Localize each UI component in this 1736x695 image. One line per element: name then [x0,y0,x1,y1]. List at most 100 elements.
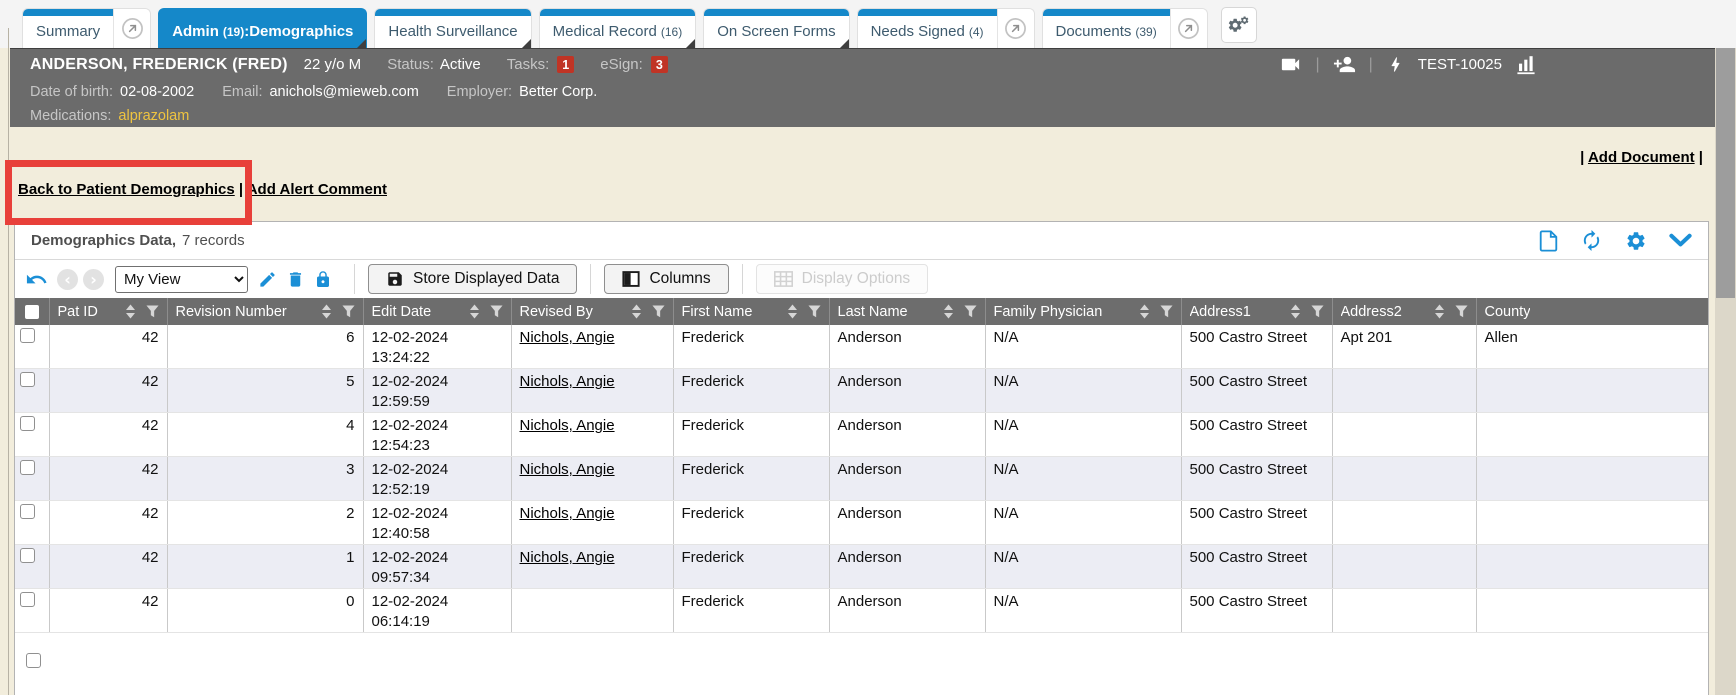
funnel-icon[interactable] [964,305,977,318]
lightning-bolt-icon[interactable] [1386,54,1405,75]
columns-button[interactable]: Columns [604,264,728,294]
row-checkbox[interactable] [20,504,35,519]
row-checkbox[interactable] [20,460,35,475]
tab-label-admin[interactable]: Admin(19):Demographics [159,9,366,48]
sort-arrows-icon[interactable] [787,304,798,319]
sort-arrows-icon[interactable] [631,304,642,319]
tab-medical-record[interactable]: Medical Record(16) [539,8,697,48]
column-header-pat-id[interactable]: Pat ID [49,298,167,325]
column-header-select-all[interactable] [15,298,49,325]
undo-icon[interactable] [25,268,48,291]
row-checkbox[interactable] [20,592,35,607]
external-link-circle-icon[interactable] [997,9,1034,48]
tab-health-surveillance[interactable]: Health Surveillance [374,8,531,48]
new-document-icon[interactable] [1539,230,1558,252]
tab-summary[interactable]: Summary [22,8,151,48]
panel-header: Demographics Data, 7 records [15,222,1708,260]
column-header-last-name[interactable]: Last Name [829,298,985,325]
add-alert-comment-link[interactable]: Add Alert Comment [247,181,387,198]
funnel-icon[interactable] [146,305,159,318]
gear-icon[interactable] [1625,230,1647,252]
column-header-revised-by[interactable]: Revised By [511,298,673,325]
tab-label-documents[interactable]: Documents(39) [1043,9,1170,48]
cell-edit-date: 12-02-202413:24:22 [363,325,511,369]
row-checkbox[interactable] [20,416,35,431]
trash-icon[interactable] [286,270,305,289]
tasks-badge[interactable]: 1 [557,56,574,73]
column-header-family-physician[interactable]: Family Physician [985,298,1181,325]
scrollbar-thumb[interactable] [1716,48,1735,298]
column-header-first-name[interactable]: First Name [673,298,829,325]
revised-by-link[interactable]: Nichols, Angie [520,329,615,346]
person-add-icon[interactable] [1333,53,1356,76]
revised-by-link[interactable]: Nichols, Angie [520,505,615,522]
table-row: 42512-02-202412:59:59Nichols, AngieFrede… [15,369,1708,413]
sort-arrows-icon[interactable] [1139,304,1150,319]
sort-arrows-icon[interactable] [321,304,332,319]
tab-needs-signed[interactable]: Needs Signed(4) [857,8,1035,48]
external-link-circle-icon[interactable] [113,9,150,48]
sort-arrows-icon[interactable] [469,304,480,319]
select-all-checkbox[interactable] [25,305,39,319]
back-to-demographics-link[interactable]: Back to Patient Demographics [18,181,235,198]
vertical-scrollbar[interactable] [1715,48,1736,695]
footer-row-checkbox[interactable] [26,653,41,668]
funnel-icon[interactable] [342,305,355,318]
chevron-right-circle-icon[interactable]: › [83,269,104,290]
esign-badge[interactable]: 3 [651,56,668,73]
sort-arrows-icon[interactable] [1290,304,1301,319]
lock-icon[interactable] [314,270,332,289]
view-select[interactable]: My View [115,266,248,293]
tab-documents[interactable]: Documents(39) [1042,8,1208,48]
table-row: 42112-02-202409:57:34Nichols, AngieFrede… [15,545,1708,589]
sort-arrows-icon[interactable] [943,304,954,319]
sort-arrows-icon[interactable] [1434,304,1445,319]
cell-revision-number: 3 [167,457,363,501]
column-header-county[interactable]: County [1476,298,1708,325]
tab-admin[interactable]: Admin(19):Demographics [158,8,367,48]
column-header-revision-number[interactable]: Revision Number [167,298,363,325]
medications-value[interactable]: alprazolam [118,108,189,124]
cell-last-name: Anderson [829,501,985,545]
tab-label-needs-signed[interactable]: Needs Signed(4) [858,9,997,48]
funnel-icon[interactable] [1311,305,1324,318]
tab-label-summary[interactable]: Summary [23,9,113,48]
funnel-icon[interactable] [1160,305,1173,318]
tab-on-screen-forms[interactable]: On Screen Forms [703,8,849,48]
cell-family-physician: N/A [985,457,1181,501]
revised-by-link[interactable]: Nichols, Angie [520,549,615,566]
tab-label-health-surveillance[interactable]: Health Surveillance [375,9,530,48]
chevron-left-circle-icon[interactable]: ‹ [57,269,78,290]
revised-by-link[interactable]: Nichols, Angie [520,417,615,434]
dob-value: 02-08-2002 [120,84,194,100]
funnel-icon[interactable] [1455,305,1468,318]
funnel-icon[interactable] [652,305,665,318]
revised-by-link[interactable]: Nichols, Angie [520,373,615,390]
column-header-edit-date[interactable]: Edit Date [363,298,511,325]
tab-label-on-screen-forms[interactable]: On Screen Forms [704,9,848,48]
column-header-address1[interactable]: Address1 [1181,298,1332,325]
row-checkbox[interactable] [20,548,35,563]
refresh-icon[interactable] [1580,229,1603,252]
cell-address1: 500 Castro Street [1181,501,1332,545]
bar-chart-icon[interactable] [1515,54,1537,75]
add-document-link[interactable]: Add Document [1588,149,1695,166]
funnel-icon[interactable] [490,305,503,318]
row-checkbox[interactable] [20,372,35,387]
pencil-icon[interactable] [258,270,277,289]
table-toolbar: ‹ › My View Store Displayed Data [15,260,1708,298]
tab-label-medical-record[interactable]: Medical Record(16) [540,9,696,48]
alert-links-row: Back to Patient Demographics | Add Alert… [18,181,387,198]
cell-revision-number: 1 [167,545,363,589]
funnel-icon[interactable] [808,305,821,318]
external-link-circle-icon[interactable] [1170,9,1207,48]
tab-settings-button[interactable] [1221,7,1257,43]
cell-revision-number: 6 [167,325,363,369]
column-header-address2[interactable]: Address2 [1332,298,1476,325]
revised-by-link[interactable]: Nichols, Angie [520,461,615,478]
video-camera-icon[interactable] [1279,53,1302,76]
store-displayed-data-button[interactable]: Store Displayed Data [368,264,577,294]
chevron-down-icon[interactable] [1669,233,1692,249]
sort-arrows-icon[interactable] [125,304,136,319]
row-checkbox[interactable] [20,328,35,343]
